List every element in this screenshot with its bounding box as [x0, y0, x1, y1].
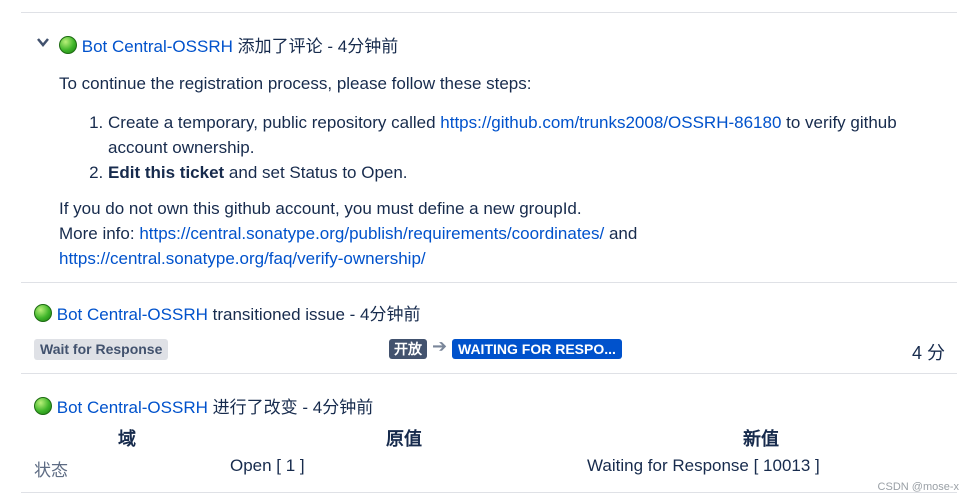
transition-duration: 4 分 — [912, 343, 946, 363]
to-status-lozenge: WAITING FOR RESPO... — [452, 339, 622, 359]
bot-avatar — [34, 397, 52, 415]
bot-avatar — [59, 36, 77, 54]
note-line-1: If you do not own this github account, y… — [59, 199, 582, 218]
verify-ownership-link[interactable]: https://central.sonatype.org/faq/verify-… — [59, 249, 426, 268]
top-divider — [21, 12, 957, 13]
note-line-2: More info: https://central.sonatype.org/… — [59, 224, 637, 244]
comment-action: 添加了评论 - 4分钟前 — [237, 37, 399, 56]
from-status-lozenge: 开放 — [389, 339, 427, 359]
coordinates-link[interactable]: https://central.sonatype.org/publish/req… — [139, 224, 604, 243]
divider-3 — [21, 492, 957, 493]
chevron-down-icon[interactable] — [37, 37, 49, 47]
cell-old-value: Open [ 1 ] — [230, 456, 305, 475]
step-1-text: Create a temporary, public repository ca… — [108, 113, 441, 132]
transition-action: transitioned issue - 4分钟前 — [212, 305, 421, 324]
step-1: Create a temporary, public repository ca… — [108, 110, 958, 160]
status-label-lozenge: Wait for Response — [34, 339, 169, 360]
steps-list: Create a temporary, public repository ca… — [92, 110, 958, 185]
comment-header: Bot Central-OSSRH 添加了评论 - 4分钟前 — [59, 32, 398, 57]
header-field: 域 — [118, 429, 136, 449]
step-2-bold: Edit this ticket — [108, 163, 225, 182]
note-line-3: https://central.sonatype.org/faq/verify-… — [59, 249, 426, 269]
header-old-value: 原值 — [386, 429, 422, 449]
transition-author-link[interactable]: Bot Central-OSSRH — [57, 305, 208, 324]
github-repo-link[interactable]: https://github.com/trunks2008/OSSRH-8618… — [440, 113, 781, 132]
change-header: Bot Central-OSSRH 进行了改变 - 4分钟前 — [34, 393, 373, 418]
divider-2 — [21, 373, 957, 374]
step-2-text: and set Status to Open. — [224, 163, 408, 182]
change-author-link[interactable]: Bot Central-OSSRH — [57, 398, 208, 417]
change-action: 进行了改变 - 4分钟前 — [212, 398, 374, 417]
step-2: Edit this ticket and set Status to Open. — [108, 160, 958, 185]
comment-author-link[interactable]: Bot Central-OSSRH — [82, 37, 233, 56]
watermark: CSDN @mose-x — [877, 481, 959, 493]
transition-header: Bot Central-OSSRH transitioned issue - 4… — [34, 300, 421, 325]
more-info-label: More info: — [59, 224, 140, 243]
and-text: and — [604, 224, 638, 243]
cell-field: 状态 — [34, 461, 68, 480]
header-new-value: 新值 — [743, 429, 779, 449]
bot-avatar — [34, 304, 52, 322]
comment-intro: To continue the registration process, pl… — [59, 74, 532, 93]
cell-new-value: Waiting for Response [ 10013 ] — [587, 456, 820, 475]
divider-1 — [21, 282, 957, 283]
arrow-right-icon: ➔ — [432, 336, 448, 356]
